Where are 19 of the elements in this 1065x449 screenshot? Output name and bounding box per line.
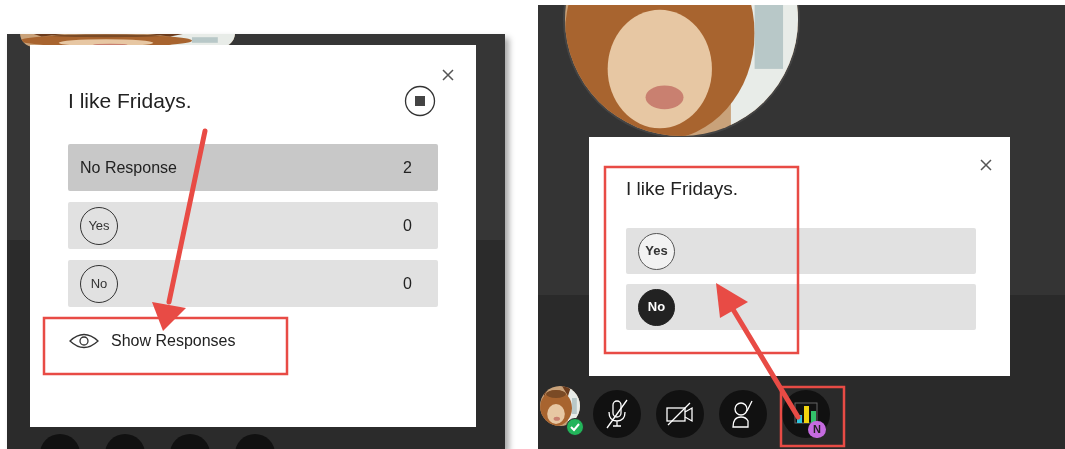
answer-badge[interactable]: Yes (638, 232, 675, 270)
camera-off-icon (665, 401, 695, 427)
response-count: 2 (403, 157, 412, 178)
stop-icon[interactable] (404, 85, 436, 117)
show-responses-button[interactable]: Show Responses (69, 329, 236, 353)
answer-label: No Response (80, 157, 177, 178)
answer-badge[interactable]: No (638, 288, 675, 326)
poll-question: I like Fridays. (626, 177, 739, 201)
response-count: 0 (403, 215, 412, 236)
poll-badge: N (808, 421, 826, 438)
eye-icon (69, 333, 99, 349)
answer-option[interactable]: Yes (626, 228, 976, 274)
bar-chart-icon (793, 401, 819, 427)
poll-question: I like Fridays. (68, 88, 192, 115)
answer-option[interactable]: No (626, 284, 976, 330)
microphone-off-icon (604, 399, 630, 429)
response-count: 0 (403, 273, 412, 294)
check-icon (566, 418, 584, 436)
annotation-box (779, 385, 846, 448)
